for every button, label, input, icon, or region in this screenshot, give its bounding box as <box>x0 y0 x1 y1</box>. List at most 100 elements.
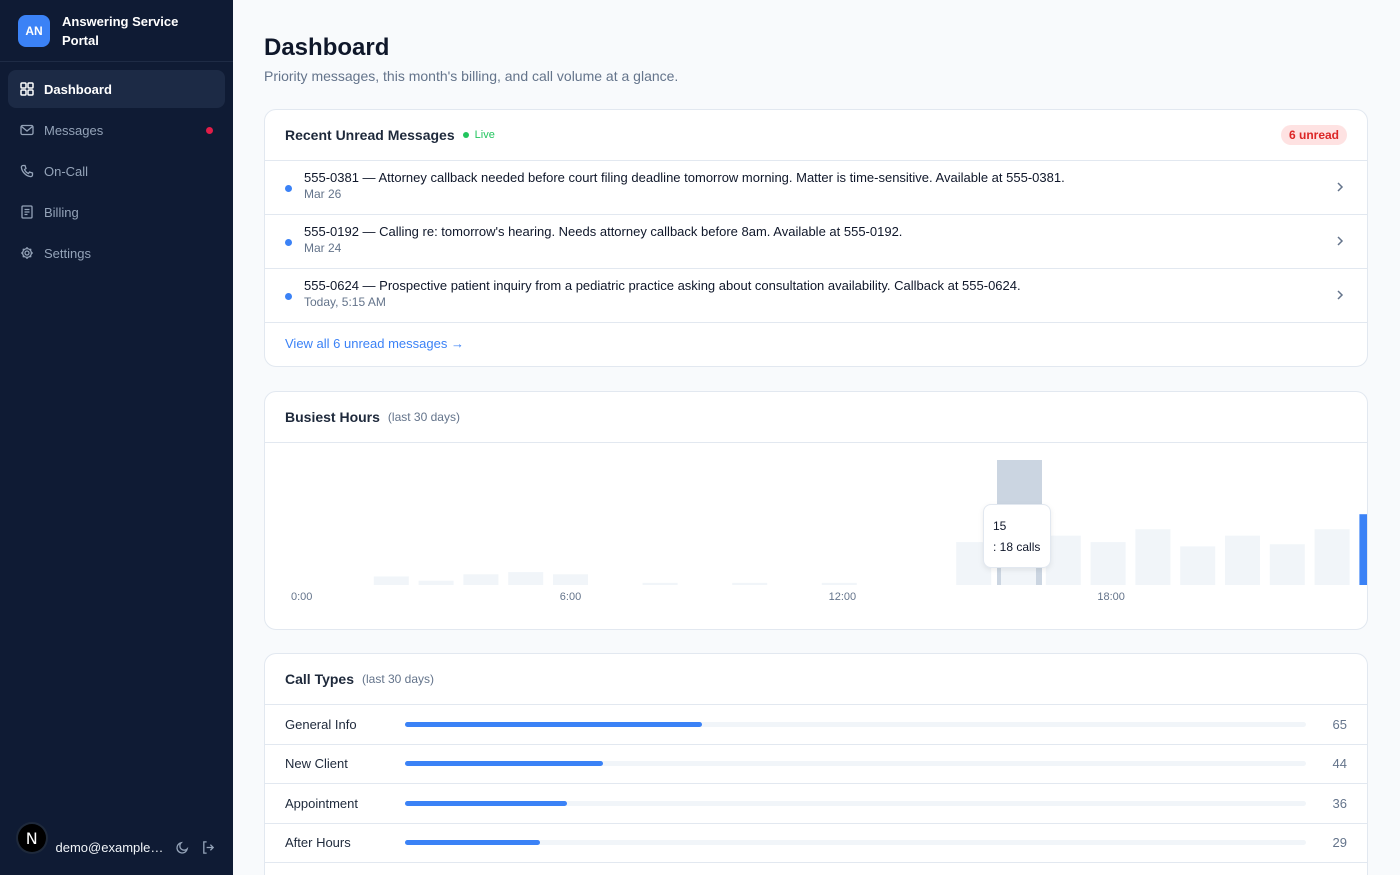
message-text: 555-0192 — Calling re: tomorrow's hearin… <box>304 224 903 239</box>
message-text: 555-0624 — Prospective patient inquiry f… <box>304 278 1021 293</box>
phone-icon <box>20 164 34 178</box>
bar-11:00[interactable] <box>821 582 857 585</box>
brand-name: Answering Service Portal <box>62 13 179 48</box>
sidebar-item-settings[interactable]: Settings <box>8 234 225 272</box>
live-indicator: Live <box>462 129 495 141</box>
bar-3:00[interactable] <box>463 574 499 585</box>
call-type-bar <box>405 761 1306 767</box>
unread-dot <box>285 185 292 192</box>
bar-18:00[interactable] <box>1135 529 1171 585</box>
card-note: (last 30 days) <box>362 672 435 686</box>
bar-5:00[interactable] <box>553 574 588 585</box>
call-type-bar <box>405 800 1306 806</box>
live-label: Live <box>474 129 495 141</box>
call-type-fill <box>405 840 541 846</box>
bar-16:00[interactable] <box>1045 535 1081 585</box>
bar-9:00[interactable] <box>732 582 768 585</box>
card-header: Recent Unread Messages Live 6 unread <box>265 110 1367 161</box>
tooltip-count: : 18 calls <box>993 540 1041 554</box>
bar-21:00[interactable] <box>1269 544 1305 585</box>
moon-icon[interactable] <box>174 838 192 856</box>
call-type-label: New Client <box>285 756 348 772</box>
main-content: Dashboard Priority messages, this month'… <box>233 0 1400 875</box>
call-type-count: 29 <box>1332 835 1347 851</box>
sidebar-item-dashboard[interactable]: Dashboard <box>8 70 225 108</box>
bar-2:00[interactable] <box>418 580 454 585</box>
sidebar-item-label: Messages <box>44 122 104 138</box>
unread-dot <box>206 127 213 134</box>
user-email: demo@example.com <box>55 839 166 855</box>
brand-badge: AN <box>18 14 50 47</box>
call-type-row: After Hours 29 <box>265 824 1367 863</box>
card-header: Busiest Hours (last 30 days) <box>265 392 1367 443</box>
bar-1:00[interactable] <box>373 576 409 585</box>
call-type-count: 44 <box>1332 756 1347 772</box>
call-type-row: General Info 65 <box>265 705 1367 745</box>
chevron-right-icon <box>1337 290 1344 300</box>
mail-icon <box>20 123 34 137</box>
call-type-bar <box>405 840 1306 846</box>
call-type-count: 65 <box>1332 716 1347 732</box>
bar-4:00[interactable] <box>508 572 544 585</box>
sidebar-item-on-call[interactable]: On-Call <box>8 152 225 190</box>
sidebar-item-billing[interactable]: Billing <box>8 193 225 231</box>
chart-tooltip: 15 : 18 calls <box>983 504 1051 568</box>
busiest-hours-card: Busiest Hours (last 30 days) 0:00 6:00 12:… <box>264 391 1368 630</box>
bar-23:00[interactable] <box>1359 514 1368 585</box>
recent-messages-card: Recent Unread Messages Live 6 unread 555… <box>264 109 1368 367</box>
receipt-icon <box>20 205 34 219</box>
card-title: Busiest Hours <box>285 409 380 425</box>
message-date: Mar 26 <box>304 187 342 201</box>
bar-20:00[interactable] <box>1225 535 1260 585</box>
call-types-list: General Info 65 New Client 44 Appointment 36 A… <box>265 705 1367 863</box>
sidebar-nav: Dashboard Messages On-Call Billing Setti… <box>0 62 233 283</box>
card-title: Call Types <box>285 671 354 687</box>
message-row[interactable]: 555-0192 — Calling re: tomorrow's hearin… <box>265 215 1367 269</box>
sidebar-item-label: Dashboard <box>44 81 112 97</box>
sidebar-item-label: On-Call <box>44 163 89 179</box>
call-type-count: 36 <box>1332 795 1347 811</box>
bar-7:00[interactable] <box>642 582 678 585</box>
call-type-label: Appointment <box>285 795 358 811</box>
message-row[interactable]: 555-0381 — Attorney callback needed befo… <box>265 161 1367 215</box>
call-type-bar <box>405 721 1306 727</box>
x-tick-label: 0:00 <box>291 591 313 603</box>
call-type-label: General Info <box>285 716 357 732</box>
chevron-right-icon <box>1337 236 1344 246</box>
tooltip-hour: 15 <box>993 519 1007 533</box>
call-type-fill <box>405 761 604 767</box>
card-note: (last 30 days) <box>387 410 460 424</box>
view-all-messages-link[interactable]: View all 6 unread messages → <box>265 323 1367 364</box>
sidebar-item-label: Settings <box>44 245 91 261</box>
call-type-row: New Client 44 <box>265 745 1367 784</box>
message-date: Today, 5:15 AM <box>304 295 386 309</box>
chevron-right-icon <box>1337 182 1344 192</box>
sidebar-item-messages[interactable]: Messages <box>8 111 225 149</box>
unread-dot <box>285 293 292 300</box>
sidebar: AN Answering Service Portal Dashboard Me… <box>0 0 233 875</box>
page-subtitle: Priority messages, this month's billing,… <box>264 68 679 84</box>
avatar[interactable]: N <box>16 822 48 854</box>
message-row[interactable]: 555-0624 — Prospective patient inquiry f… <box>265 269 1367 323</box>
bar-19:00[interactable] <box>1180 546 1216 585</box>
logout-icon[interactable] <box>199 838 217 856</box>
x-tick-label: 6:00 <box>559 591 582 603</box>
brand: AN Answering Service Portal <box>0 0 233 62</box>
call-type-label: After Hours <box>285 835 351 851</box>
call-type-row: Appointment 36 <box>265 784 1367 824</box>
message-date: Mar 24 <box>304 241 342 255</box>
call-type-fill <box>405 800 568 806</box>
unread-badge: 6 unread <box>1280 125 1347 145</box>
bar-22:00[interactable] <box>1314 529 1350 585</box>
page-title: Dashboard <box>264 34 390 61</box>
sidebar-item-label: Billing <box>44 204 79 220</box>
card-title: Recent Unread Messages <box>285 127 455 143</box>
busiest-hours-chart: 0:00 6:00 12:00 18:00 15 : 18 calls <box>265 443 1368 629</box>
bar-chart-svg <box>373 460 1368 585</box>
unread-dot <box>285 239 292 246</box>
x-tick-label: 12:00 <box>828 591 857 603</box>
bar-17:00[interactable] <box>1090 542 1126 585</box>
call-types-card: Call Types (last 30 days) General Info 65… <box>264 653 1368 875</box>
x-tick-label: 18:00 <box>1097 591 1125 603</box>
call-type-fill <box>405 721 703 727</box>
